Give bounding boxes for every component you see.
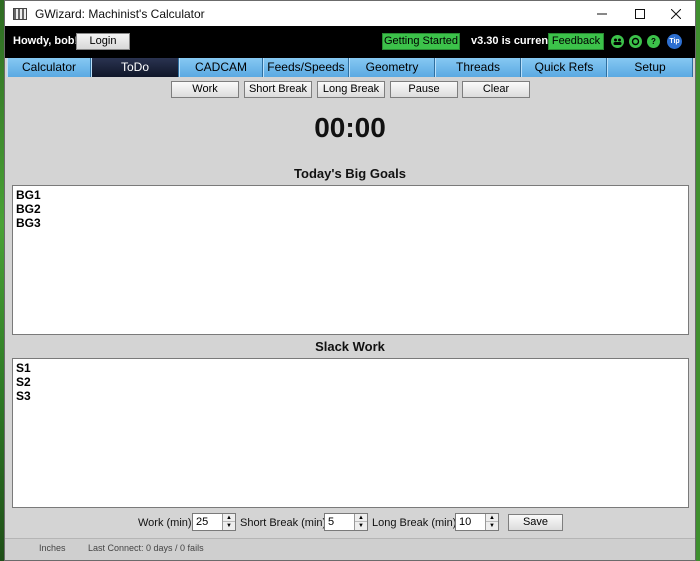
work-button[interactable]: Work — [171, 81, 239, 98]
long-break-minutes-label: Long Break (min): — [372, 517, 460, 529]
decrement-icon[interactable]: ▼ — [223, 522, 235, 530]
slack-work-title: Slack Work — [315, 339, 385, 354]
short-break-minutes-label: Short Break (min): — [240, 517, 330, 529]
status-bar: Inches Last Connect: 0 days / 0 fails — [5, 538, 695, 560]
minimize-icon — [597, 13, 607, 14]
app-icon — [13, 7, 27, 20]
pause-button[interactable]: Pause — [390, 81, 458, 98]
work-minutes-value: 25 — [196, 516, 209, 528]
list-item: BG2 — [16, 202, 41, 216]
close-icon — [671, 8, 681, 19]
decrement-icon[interactable]: ▼ — [486, 522, 498, 530]
maximize-icon — [635, 8, 645, 19]
tab-setup[interactable]: Setup — [607, 58, 693, 77]
increment-icon[interactable]: ▲ — [355, 514, 367, 522]
slack-work-textarea[interactable]: S1 S2 S3 — [12, 358, 689, 508]
list-item: BG1 — [16, 188, 41, 202]
decrement-icon[interactable]: ▼ — [355, 522, 367, 530]
tab-feeds-speeds[interactable]: Feeds/Speeds — [263, 58, 349, 77]
help-icon[interactable]: ? — [647, 35, 660, 48]
close-button[interactable] — [657, 1, 695, 26]
list-item: S3 — [16, 389, 31, 403]
timer-display: 00:00 — [314, 112, 386, 143]
increment-icon[interactable]: ▲ — [486, 514, 498, 522]
title-bar: GWizard: Machinist's Calculator — [5, 1, 695, 26]
main-tabs: Calculator ToDo CADCAM Feeds/Speeds Geom… — [7, 58, 693, 77]
big-goals-textarea[interactable]: BG1 BG2 BG3 — [12, 185, 689, 335]
window-title: GWizard: Machinist's Calculator — [35, 6, 205, 21]
list-item: S2 — [16, 375, 31, 389]
save-button[interactable]: Save — [508, 514, 563, 531]
work-minutes-stepper[interactable]: 25 ▲ ▼ — [192, 513, 236, 531]
tip-icon[interactable]: Tip — [667, 34, 682, 49]
short-break-minutes-value: 5 — [328, 516, 335, 528]
app-window: GWizard: Machinist's Calculator Howdy, b… — [4, 0, 696, 561]
login-button[interactable]: Login — [76, 33, 130, 50]
getting-started-button[interactable]: Getting Started — [382, 33, 460, 50]
refresh-icon[interactable] — [629, 35, 642, 48]
long-break-button[interactable]: Long Break — [317, 81, 385, 98]
last-connect-status: Last Connect: 0 days / 0 fails — [88, 543, 204, 553]
short-break-minutes-stepper[interactable]: 5 ▲ ▼ — [324, 513, 368, 531]
greeting-text: Howdy, bob! — [13, 35, 79, 47]
tab-todo[interactable]: ToDo — [91, 58, 179, 77]
tab-cadcam[interactable]: CADCAM — [179, 58, 263, 77]
tab-threads[interactable]: Threads — [435, 58, 521, 77]
work-minutes-label: Work (min): — [138, 517, 195, 529]
long-break-minutes-stepper[interactable]: 10 ▲ ▼ — [455, 513, 499, 531]
list-item: S1 — [16, 361, 31, 375]
maximize-button[interactable] — [621, 1, 659, 26]
clear-button[interactable]: Clear — [462, 81, 530, 98]
header-bar: Howdy, bob! Login Getting Started v3.30 … — [5, 26, 695, 58]
long-break-minutes-value: 10 — [459, 516, 472, 528]
feedback-button[interactable]: Feedback — [548, 33, 604, 50]
increment-icon[interactable]: ▲ — [223, 514, 235, 522]
tab-quick-refs[interactable]: Quick Refs — [521, 58, 607, 77]
big-goals-title: Today's Big Goals — [294, 166, 406, 181]
short-break-button[interactable]: Short Break — [244, 81, 312, 98]
users-icon[interactable] — [611, 35, 624, 48]
units-status: Inches — [39, 543, 66, 553]
list-item: BG3 — [16, 216, 41, 230]
minimize-button[interactable] — [583, 1, 621, 26]
tab-calculator[interactable]: Calculator — [7, 58, 91, 77]
version-status: v3.30 is current — [471, 35, 552, 47]
tab-geometry[interactable]: Geometry — [349, 58, 435, 77]
